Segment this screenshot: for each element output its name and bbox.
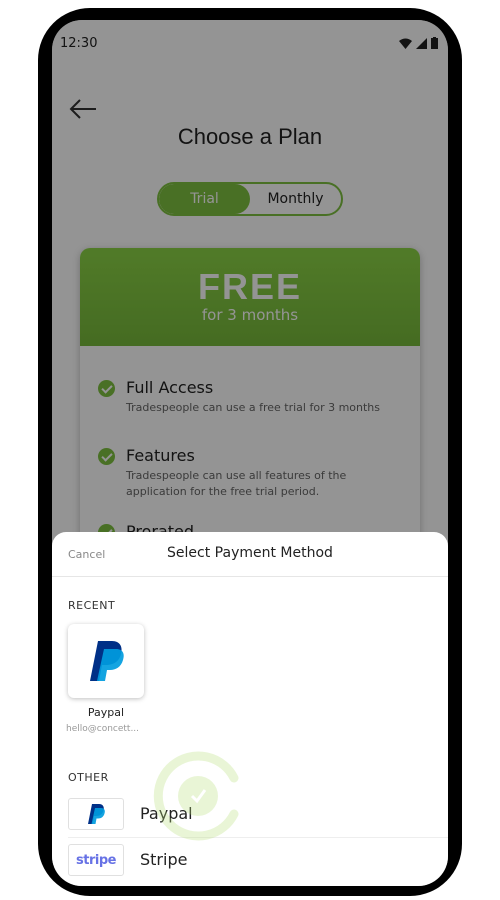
phone-screen: 12:30 Choose a Plan Trial Monthly FREE f…: [52, 20, 448, 886]
recent-method-email: hello@concett...: [66, 724, 140, 734]
stripe-logo: stripe: [76, 852, 116, 868]
recent-method-name: Paypal: [87, 706, 125, 719]
paypal-icon: [88, 804, 105, 824]
sheet-title: Select Payment Method: [167, 545, 333, 561]
recent-section-label: RECENT: [68, 599, 116, 612]
watermark-logo-icon: [153, 751, 239, 841]
sheet-header: Cancel Select Payment Method: [52, 532, 448, 577]
payment-option-paypal[interactable]: Paypal: [52, 794, 448, 834]
payment-option-stripe[interactable]: stripe Stripe: [52, 840, 448, 880]
payment-method-sheet: Cancel Select Payment Method RECENT Payp…: [52, 532, 448, 886]
payment-option-name: Stripe: [140, 850, 188, 869]
stripe-logo-box: stripe: [68, 844, 124, 876]
other-section-label: OTHER: [68, 771, 109, 784]
recent-paypal-card[interactable]: [68, 624, 144, 698]
paypal-icon: [90, 641, 124, 681]
divider: [68, 837, 448, 838]
paypal-logo-box: [68, 798, 124, 830]
